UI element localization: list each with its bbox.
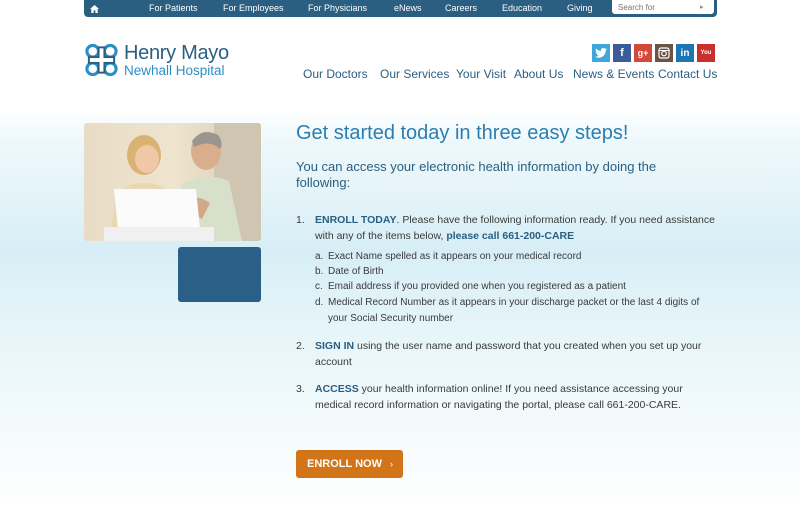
- social-links: f g+ in You: [592, 44, 715, 62]
- search-arrow-icon[interactable]: ▸: [700, 3, 704, 11]
- topnav-careers[interactable]: Careers: [445, 3, 477, 13]
- step-title: ENROLL TODAY: [315, 214, 397, 226]
- facebook-icon[interactable]: f: [613, 44, 631, 62]
- top-navigation-bar: For Patients For Employees For Physician…: [84, 0, 717, 17]
- step-title: SIGN IN: [315, 340, 355, 352]
- topnav-enews[interactable]: eNews: [394, 3, 422, 13]
- enroll-now-button[interactable]: ENROLL NOW ›: [296, 450, 403, 478]
- search-box: ▸: [612, 0, 714, 14]
- blue-promo-panel: [178, 247, 261, 302]
- topnav-for-patients[interactable]: For Patients: [149, 3, 198, 13]
- topnav-giving[interactable]: Giving: [567, 3, 593, 13]
- step-text: your health information online! If you n…: [315, 383, 683, 411]
- list-item: b. Date of Birth: [315, 266, 384, 277]
- logo-subtitle: Newhall Hospital: [124, 62, 225, 78]
- mainnav-our-doctors[interactable]: Our Doctors: [303, 67, 368, 81]
- mainnav-about-us[interactable]: About Us: [514, 67, 563, 81]
- search-input[interactable]: [612, 2, 694, 12]
- linkedin-icon[interactable]: in: [676, 44, 694, 62]
- cross-logo-icon: [85, 43, 118, 77]
- mainnav-your-visit[interactable]: Your Visit: [456, 67, 506, 81]
- page-title: Get started today in three easy steps!: [296, 122, 629, 144]
- mainnav-our-services[interactable]: Our Services: [380, 67, 449, 81]
- list-item: d. Medical Record Number as it appears i…: [315, 297, 700, 324]
- twitter-icon[interactable]: [592, 44, 610, 62]
- topnav-education[interactable]: Education: [502, 3, 542, 13]
- topnav-for-physicians[interactable]: For Physicians: [308, 3, 367, 13]
- step-access: 3. ACCESS your health information online…: [296, 381, 716, 413]
- youtube-icon[interactable]: You: [697, 44, 715, 62]
- enroll-now-label: ENROLL NOW: [307, 458, 382, 470]
- hospital-logo[interactable]: Henry Mayo Newhall Hospital: [84, 42, 229, 78]
- google-plus-icon[interactable]: g+: [634, 44, 652, 62]
- mainnav-news-events[interactable]: News & Events: [573, 67, 654, 81]
- intro-text: You can access your electronic health in…: [296, 159, 657, 190]
- step-number: 2.: [296, 340, 305, 352]
- mainnav-contact-us[interactable]: Contact Us: [658, 67, 717, 81]
- step-enroll: 1. ENROLL TODAY. Please have the followi…: [296, 212, 716, 244]
- list-item: c. Email address if you provided one whe…: [315, 281, 626, 292]
- list-item: a. Exact Name spelled as it appears on y…: [315, 251, 582, 262]
- step-number: 1.: [296, 214, 305, 226]
- logo-title: Henry Mayo: [124, 41, 229, 64]
- step-sign-in: 2. SIGN IN using the user name and passw…: [296, 338, 716, 370]
- step-text: using the user name and password that yo…: [315, 340, 702, 368]
- home-icon[interactable]: [84, 0, 104, 17]
- chevron-right-icon: ›: [389, 459, 393, 469]
- topnav-for-employees[interactable]: For Employees: [223, 3, 284, 13]
- instagram-icon[interactable]: [655, 44, 673, 62]
- step-title: ACCESS: [315, 383, 359, 395]
- step-phone-text: please call 661-200-CARE: [446, 230, 575, 242]
- step-number: 3.: [296, 383, 305, 395]
- couple-with-laptop-photo: [84, 123, 261, 241]
